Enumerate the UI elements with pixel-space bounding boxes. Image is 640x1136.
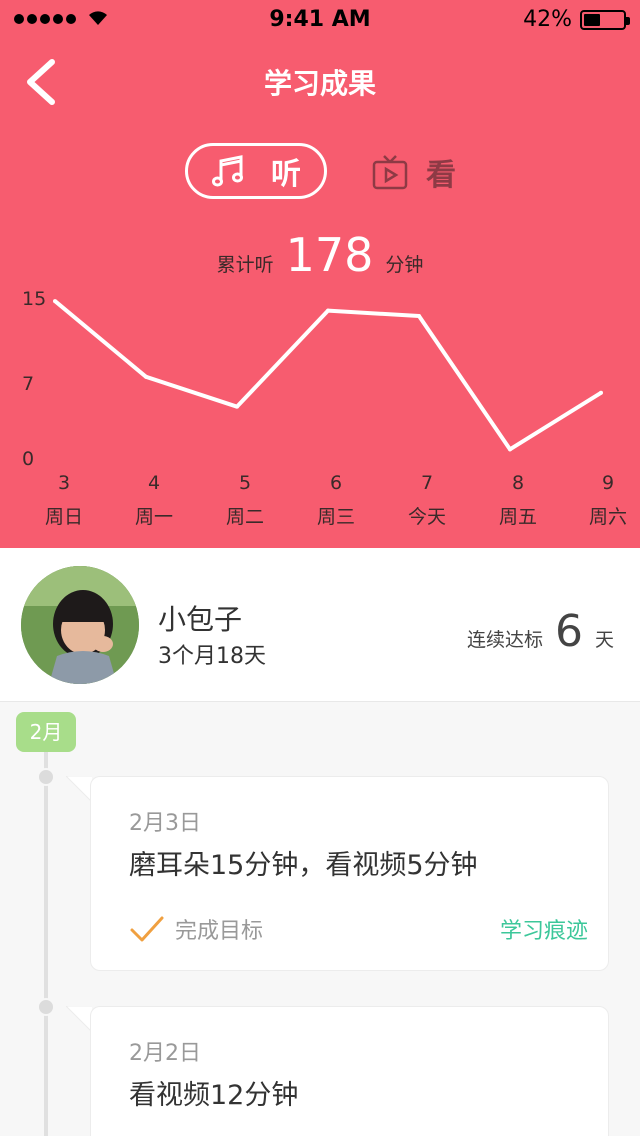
x-tick-weekday: 周一 <box>134 506 173 528</box>
record-card[interactable]: 2月2日 看视频12分钟 <box>90 1006 609 1136</box>
x-tick-day: 8 <box>511 472 525 494</box>
header: 9:41 AM 42% 学习成果 听 看 累计听 178 分钟 15 7 0 3… <box>0 0 640 548</box>
month-badge: 2月 <box>16 712 76 752</box>
x-tick-day: 7 <box>420 472 434 494</box>
total-minutes: 178 <box>285 228 374 282</box>
timeline-dot <box>37 768 55 786</box>
total-unit: 分钟 <box>385 254 424 276</box>
tab-listen-label: 听 <box>271 157 301 192</box>
data-point <box>144 374 148 379</box>
streak: 连续达标 6 天 <box>467 606 614 657</box>
listening-chart: 15 7 0 3 周日 4 周一 5 周二 6 周三 7 今天 8 周五 9 周六 <box>0 280 640 540</box>
card-pointer <box>66 1006 92 1032</box>
x-tick-weekday: 周五 <box>498 506 537 528</box>
streak-unit: 天 <box>594 629 614 651</box>
child-age: 3个月18天 <box>158 644 266 669</box>
status-bar: 9:41 AM 42% <box>0 0 640 40</box>
series-line <box>53 299 603 452</box>
record-card[interactable]: 2月3日 磨耳朵15分钟，看视频5分钟 完成目标 学习痕迹 <box>90 776 609 971</box>
streak-days: 6 <box>554 606 583 657</box>
tv-icon <box>372 155 408 190</box>
data-point <box>508 447 512 452</box>
battery-percent: 42% <box>523 7 572 32</box>
tab-watch[interactable]: 看 <box>372 148 456 196</box>
timeline-line <box>44 752 48 1136</box>
x-tick-weekday: 周六 <box>588 506 627 528</box>
data-point <box>417 314 421 318</box>
x-tick-day: 9 <box>601 472 615 494</box>
x-tick-day: 4 <box>147 472 161 494</box>
total-prefix: 累计听 <box>216 254 274 276</box>
tab-listen[interactable]: 听 <box>185 143 327 199</box>
avatar[interactable] <box>21 566 139 684</box>
x-tick-day: 3 <box>57 472 71 494</box>
y-tick-label: 15 <box>22 288 47 310</box>
chart-plot <box>53 299 603 452</box>
goal-status-label: 完成目标 <box>175 919 264 944</box>
music-note-icon <box>212 155 243 187</box>
x-tick-weekday: 周日 <box>44 506 83 528</box>
data-point <box>326 308 330 313</box>
x-tick-day: 6 <box>329 472 343 494</box>
card-pointer <box>66 776 92 802</box>
record-text: 磨耳朵15分钟，看视频5分钟 <box>129 850 478 881</box>
x-tick-day: 5 <box>238 472 252 494</box>
record-date: 2月3日 <box>129 811 201 836</box>
streak-label: 连续达标 <box>466 629 543 651</box>
timeline-dot <box>37 998 55 1016</box>
data-point <box>599 390 603 395</box>
page-title: 学习成果 <box>263 67 376 100</box>
goal-status: 完成目标 <box>129 913 263 945</box>
timeline: 2月 2月3日 磨耳朵15分钟，看视频5分钟 完成目标 学习痕迹 2月2日 看视… <box>0 702 640 1136</box>
x-tick-weekday: 今天 <box>407 506 446 528</box>
y-tick-label: 0 <box>22 448 35 470</box>
x-tick-weekday: 周二 <box>225 506 264 528</box>
data-point <box>53 299 57 304</box>
x-tick-weekday: 周三 <box>316 506 355 528</box>
record-text: 看视频12分钟 <box>129 1080 299 1111</box>
tab-watch-label: 看 <box>426 158 456 193</box>
battery-icon <box>580 10 630 30</box>
record-date: 2月2日 <box>129 1041 201 1066</box>
profile-card: 小包子 3个月18天 连续达标 6 天 <box>0 548 640 702</box>
learning-trace-link[interactable]: 学习痕迹 <box>500 913 588 945</box>
y-tick-label: 7 <box>22 373 35 396</box>
total-summary: 累计听 178 分钟 <box>0 230 640 280</box>
child-name: 小包子 <box>158 603 243 636</box>
data-point <box>235 404 239 409</box>
check-icon <box>130 916 164 942</box>
